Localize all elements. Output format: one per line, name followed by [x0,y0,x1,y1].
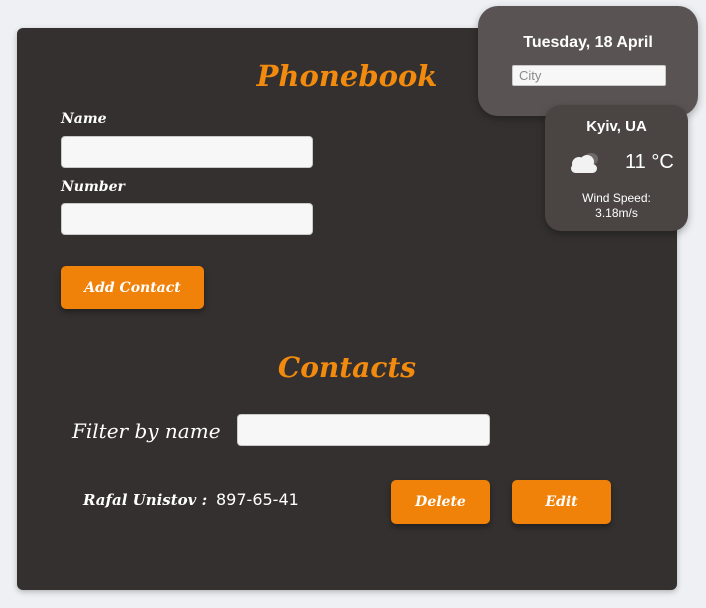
weather-widget: Kyiv, UA 11 °C Wind Speed: 3.18m/s [545,105,688,231]
number-label: Number [61,179,125,195]
add-contact-button[interactable]: Add Contact [61,266,204,309]
edit-button[interactable]: Edit [512,480,611,524]
name-label: Name [61,111,107,127]
cloudy-icon [571,153,598,173]
contacts-title: Contacts [277,351,417,384]
wind-speed-value: 3.18m/s [595,206,638,220]
name-input[interactable] [61,136,313,168]
filter-input[interactable] [237,414,490,446]
contact-name: Rafal Unistov : [83,491,208,509]
filter-label: Filter by name [72,419,221,443]
number-input[interactable] [61,203,313,235]
wind-speed-label: Wind Speed: [582,191,651,205]
weather-temperature: 11 °C [625,151,674,173]
date-widget: Tuesday, 18 April [478,6,698,116]
contact-number: 897-65-41 [216,490,299,509]
wind-speed: Wind Speed: 3.18m/s [545,191,688,221]
city-input[interactable] [512,65,666,86]
weather-location: Kyiv, UA [586,118,647,135]
date-text: Tuesday, 18 April [523,34,653,51]
delete-button[interactable]: Delete [391,480,490,524]
